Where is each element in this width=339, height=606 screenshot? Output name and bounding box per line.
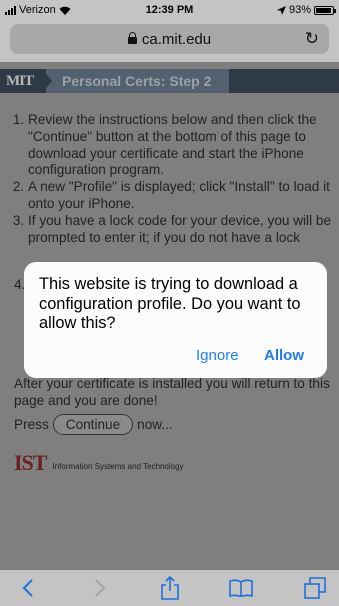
battery-icon: [314, 5, 336, 15]
bookmarks-icon[interactable]: [226, 570, 256, 606]
page-title: Personal Certs: Step 2: [46, 69, 230, 93]
share-icon[interactable]: [155, 570, 185, 606]
back-icon[interactable]: [14, 570, 42, 606]
reload-icon[interactable]: ↻: [305, 29, 319, 49]
mit-logo: MIT: [6, 73, 34, 89]
address-area: ca.mit.edu ↻: [0, 20, 339, 62]
battery-percent: 93%: [288, 4, 311, 16]
status-right: 93%: [276, 4, 336, 16]
tabs-icon[interactable]: [300, 570, 330, 606]
after-text: After your certificate is installed you …: [14, 376, 330, 408]
now-label: now...: [137, 417, 173, 432]
list-item: Review the instructions below and then c…: [28, 112, 335, 179]
browser-toolbar: [0, 570, 339, 606]
url-bar[interactable]: ca.mit.edu ↻: [10, 24, 329, 54]
alert-message: This website is trying to download a con…: [39, 275, 301, 332]
list-item: If you have a lock code for your device,…: [28, 213, 335, 247]
allow-button[interactable]: Allow: [264, 347, 304, 364]
download-profile-alert: This website is trying to download a con…: [24, 262, 327, 378]
ignore-button[interactable]: Ignore: [196, 347, 239, 364]
location-icon: [276, 5, 286, 15]
lock-icon: [127, 32, 137, 44]
url-host-wrap: ca.mit.edu: [10, 31, 329, 48]
continue-button[interactable]: Continue: [52, 414, 134, 435]
ist-text: Information Systems and Technology: [52, 462, 184, 471]
status-bar: Verizon 12:39 PM 93%: [0, 0, 339, 20]
ist-footer: IST Information Systems and Technology: [14, 450, 184, 475]
list-item: A new "Profile" is displayed; click "Ins…: [28, 179, 335, 213]
forward-icon[interactable]: [86, 570, 114, 606]
press-row: Press Continue now...: [14, 414, 173, 435]
press-label: Press: [14, 417, 49, 432]
page-header: MIT Personal Certs: Step 2: [0, 69, 339, 93]
ist-logo: IST: [14, 450, 47, 475]
url-host: ca.mit.edu: [141, 31, 212, 48]
instruction-list: Review the instructions below and then c…: [0, 112, 335, 246]
header-arrow: [42, 69, 52, 93]
